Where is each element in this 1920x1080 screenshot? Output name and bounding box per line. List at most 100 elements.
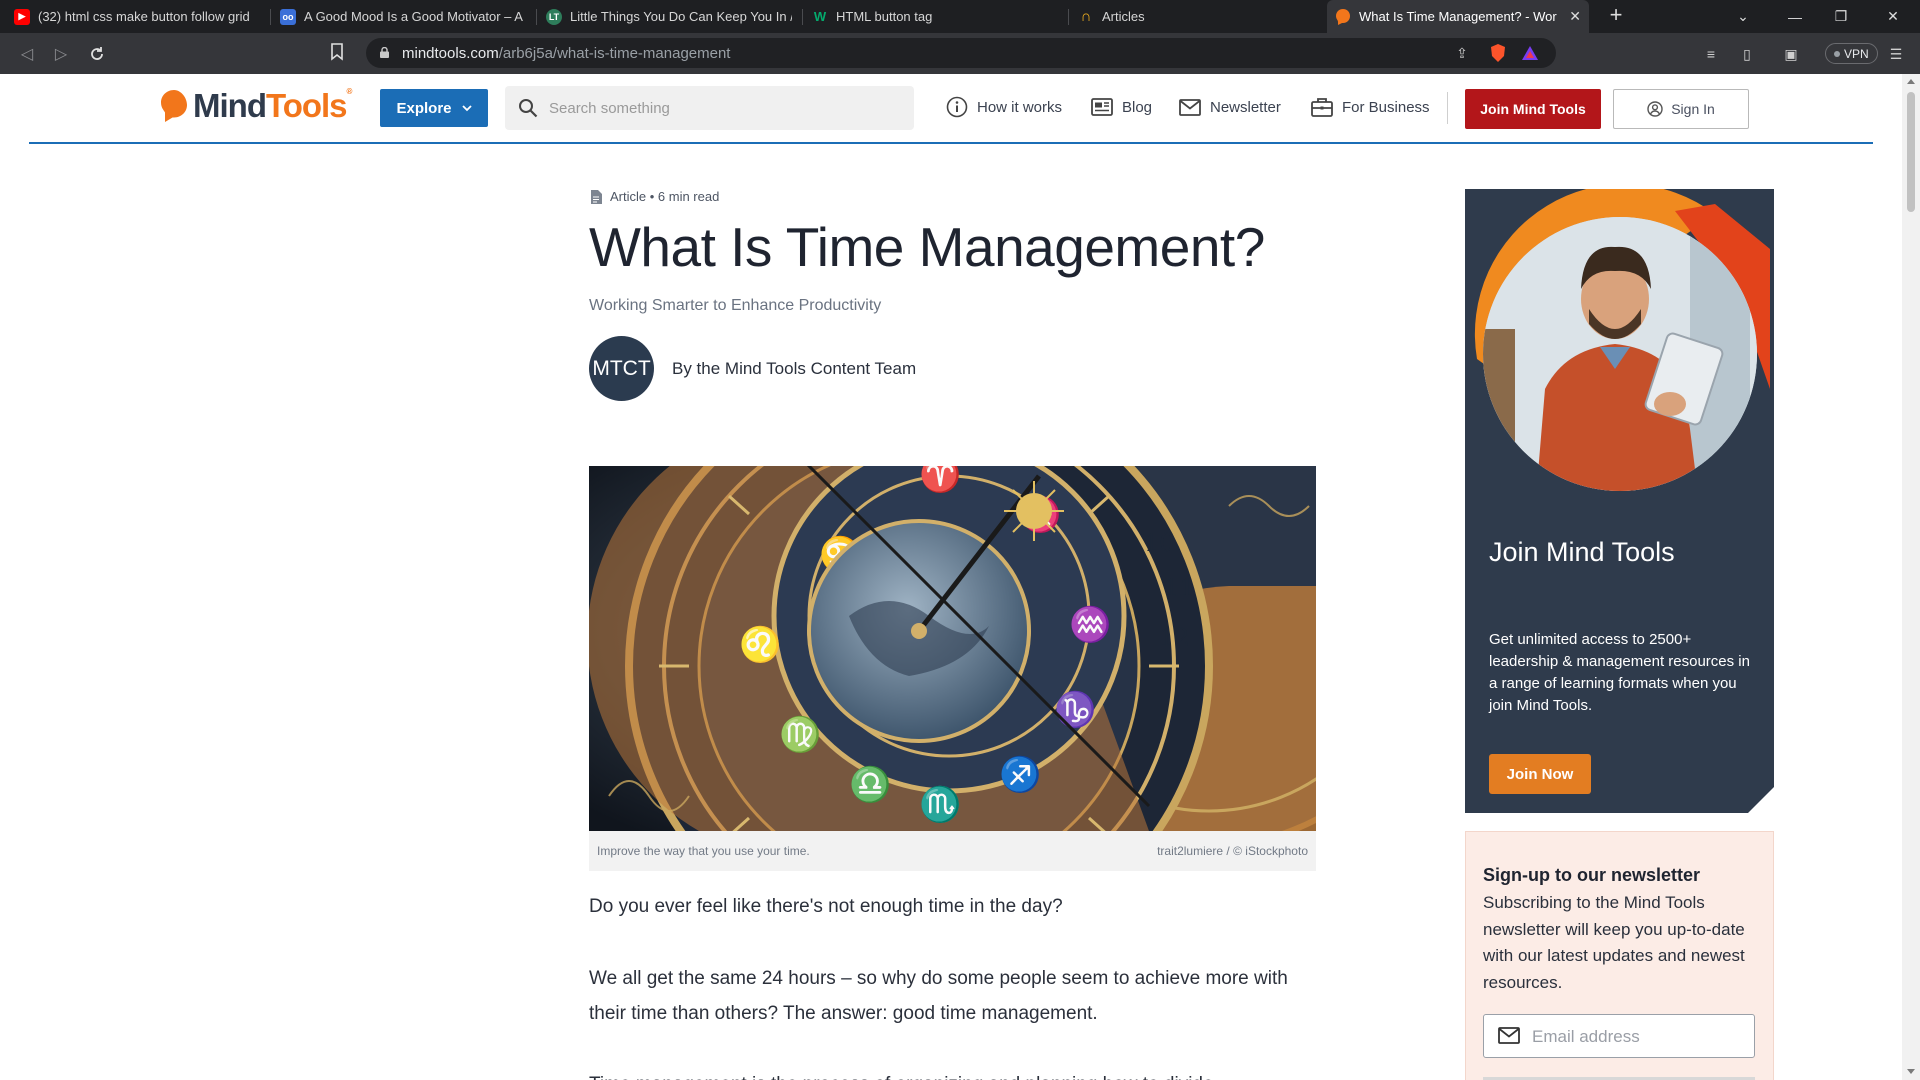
brave-shield-icon[interactable] — [1487, 42, 1509, 64]
vpn-label: VPN — [1844, 46, 1869, 61]
join-promo-card: Join Mind Tools Get unlimited access to … — [1465, 189, 1774, 813]
sign-in-label: Sign In — [1671, 101, 1715, 117]
user-circle-icon — [1647, 101, 1663, 117]
vpn-status-dot — [1834, 50, 1840, 57]
mindtools-icon — [1335, 8, 1351, 25]
svg-text:♐: ♐ — [999, 755, 1041, 795]
document-icon — [591, 189, 602, 204]
svg-text:♍: ♍ — [779, 715, 821, 755]
newsletter-signup-card: Sign-up to our newsletter Subscribing to… — [1465, 831, 1774, 1080]
svg-text:12: 12 — [1159, 624, 1190, 652]
svg-text:♎: ♎ — [849, 765, 891, 805]
sign-in-button[interactable]: Sign In — [1613, 89, 1749, 129]
page-title: What Is Time Management? — [589, 216, 1265, 278]
promo-text: Get unlimited access to 2500+ leadership… — [1489, 631, 1750, 714]
svg-text:10: 10 — [1144, 529, 1175, 557]
close-tab-icon[interactable]: ✕ — [1561, 8, 1581, 25]
email-field[interactable] — [1483, 1014, 1755, 1058]
newsletter-text: Subscribing to the Mind Tools newsletter… — [1483, 893, 1745, 992]
tab-title: Little Things You Do Can Keep You In / — [570, 9, 792, 24]
envelope-icon — [1179, 98, 1201, 116]
nav-label: Blog — [1122, 98, 1153, 116]
mindtools-logo[interactable]: MindTools® — [161, 87, 352, 125]
playlist-icon[interactable]: ≡ — [1700, 43, 1722, 65]
browser-tab[interactable]: oo A Good Mood Is a Good Motivator – A — [272, 0, 534, 33]
url-path: /arb6j5a/what-is-time-management — [498, 45, 731, 62]
chevron-down-icon — [461, 104, 472, 111]
share-icon[interactable]: ⇪ — [1451, 42, 1473, 64]
minimize-button[interactable]: — — [1772, 0, 1818, 33]
sidebar-toggle-icon[interactable]: ▯ — [1736, 43, 1758, 65]
mindtools-logo-icon — [161, 90, 187, 122]
tab-title: (32) html css make button follow grid — [38, 9, 250, 24]
site-header: MindTools® Explore How it works Blog New… — [29, 74, 1873, 144]
tab-title: Articles — [1102, 9, 1145, 24]
address-bar[interactable]: mindtools.com/arb6j5a/what-is-time-manag… — [366, 38, 1556, 68]
tab-search-icon[interactable]: ⌄ — [1720, 0, 1766, 33]
article-paragraph: We all get the same 24 hours – so why do… — [589, 968, 1288, 1024]
back-button[interactable]: ◁ — [14, 41, 40, 67]
nav-newsletter[interactable]: Newsletter — [1179, 92, 1281, 122]
join-mind-tools-button[interactable]: Join Mind Tools — [1465, 89, 1601, 129]
wallet-icon[interactable]: ▣ — [1780, 43, 1802, 65]
svg-text:♈: ♈ — [919, 466, 961, 495]
menu-icon[interactable]: ☰ — [1885, 43, 1907, 65]
search-box[interactable] — [505, 86, 914, 130]
author-avatar[interactable]: MTCT — [589, 336, 654, 401]
nav-blog[interactable]: Blog — [1091, 92, 1152, 122]
search-input[interactable] — [549, 96, 889, 120]
page-scrollbar[interactable] — [1902, 74, 1920, 1080]
article-paragraph: Time management is the process of organi… — [589, 1067, 1329, 1080]
promo-corner-decoration — [1748, 787, 1774, 813]
tab-title: HTML button tag — [836, 9, 933, 24]
logo-mind: Mind — [193, 87, 267, 124]
info-icon — [946, 96, 968, 118]
email-input[interactable] — [1532, 1025, 1742, 1049]
scroll-down-arrow[interactable] — [1907, 1069, 1915, 1074]
browser-tab[interactable]: ∩ Articles — [1070, 0, 1332, 33]
join-now-button[interactable]: Join Now — [1489, 754, 1591, 794]
envelope-icon — [1498, 1027, 1520, 1044]
nav-for-business[interactable]: For Business — [1311, 92, 1430, 122]
tab-separator — [536, 9, 537, 25]
svg-text:♒: ♒ — [1069, 605, 1111, 645]
reload-button[interactable] — [84, 41, 110, 67]
scrollbar-thumb[interactable] — [1907, 92, 1915, 212]
close-window-button[interactable]: ✕ — [1870, 0, 1916, 33]
newspaper-icon — [1091, 98, 1113, 116]
forward-button[interactable]: ▷ — [48, 41, 74, 67]
glasses-icon: oo — [280, 8, 296, 25]
promo-title: Join Mind Tools — [1489, 537, 1675, 567]
youtube-icon: ▶ — [14, 8, 30, 25]
browser-tab[interactable]: LT Little Things You Do Can Keep You In … — [538, 0, 800, 33]
browser-tab-active[interactable]: What Is Time Management? - Wor ✕ — [1327, 0, 1589, 33]
page-viewport: MindTools® Explore How it works Blog New… — [0, 74, 1902, 1080]
new-tab-button[interactable]: + — [1603, 3, 1629, 29]
nav-how-it-works[interactable]: How it works — [946, 92, 1062, 122]
nav-label: How it works — [977, 98, 1063, 116]
author-byline: By the Mind Tools Content Team — [672, 359, 917, 378]
lock-icon — [380, 47, 389, 58]
scroll-up-arrow[interactable] — [1907, 79, 1915, 84]
restore-button[interactable]: ❐ — [1818, 0, 1864, 33]
bookmark-icon[interactable] — [330, 43, 344, 66]
nav-divider — [1447, 92, 1448, 124]
browser-tab[interactable]: W HTML button tag — [804, 0, 1066, 33]
brave-rewards-icon[interactable] — [1519, 42, 1541, 64]
vpn-button[interactable]: VPN — [1825, 43, 1878, 64]
explore-button[interactable]: Explore — [380, 89, 488, 127]
url-domain: mindtools.com — [402, 45, 499, 62]
article-meta: Article • 6 min read — [590, 189, 719, 204]
article-subtitle: Working Smarter to Enhance Productivity — [589, 297, 882, 314]
lt-icon: LT — [546, 8, 562, 25]
svg-text:♏: ♏ — [919, 785, 961, 825]
logo-text: MindTools® — [193, 87, 352, 125]
browser-tab[interactable]: ▶ (32) html css make button follow grid — [6, 0, 268, 33]
image-credit: trait2lumiere / © iStockphoto — [1157, 844, 1308, 858]
search-icon — [519, 99, 538, 118]
article-meta-text: Article • 6 min read — [610, 189, 720, 204]
nav-label: Newsletter — [1210, 98, 1281, 116]
browser-tab-bar: ▶ (32) html css make button follow grid … — [0, 0, 1920, 33]
arch-icon: ∩ — [1080, 8, 1092, 25]
url-text: mindtools.com/arb6j5a/what-is-time-manag… — [402, 45, 730, 62]
